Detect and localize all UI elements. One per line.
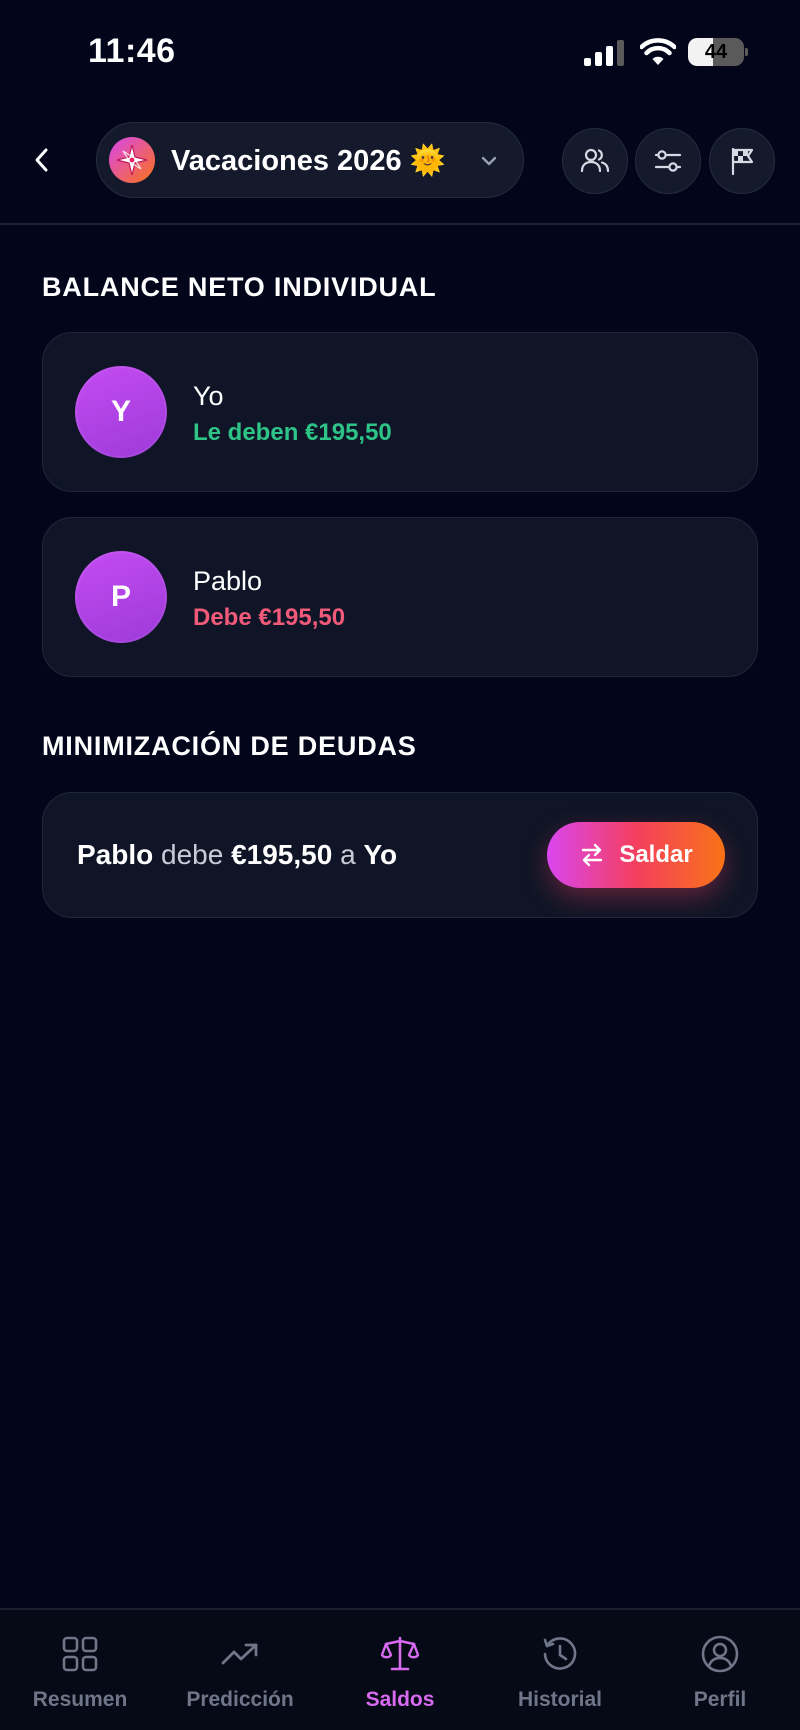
trend-up-icon [221,1643,258,1665]
person-name: Yo [193,381,224,411]
person-name: Pablo [193,566,263,596]
users-icon [580,148,610,173]
balance-card-pablo: P Pablo Debe €195,50 [42,517,758,677]
trip-name: Vacaciones 2026 🌞 [171,145,446,177]
debt-description: Pablo debe €195,50 a Yo [77,793,397,917]
cellular-signal-icon [584,40,624,66]
avatar: Y [75,366,167,458]
balance-section-title: BALANCE NETO INDIVIDUAL [42,272,437,302]
nav-label: Saldos [365,1688,435,1711]
back-button[interactable] [24,138,60,182]
bottom-nav: Resumen Predicción Saldos Historial Perf… [0,1608,800,1730]
avatar: P [75,551,167,643]
user-circle-icon [701,1635,739,1673]
chevron-down-icon [481,156,497,166]
scale-icon [380,1636,420,1671]
person-balance: Debe €195,50 [193,604,346,631]
nav-item-resumen[interactable]: Resumen [0,1610,160,1730]
debt-verb: debe [161,839,224,870]
nav-item-historial[interactable]: Historial [480,1610,640,1730]
nav-item-saldos[interactable]: Saldos [320,1610,480,1730]
trip-selector[interactable]: Vacaciones 2026 🌞 [96,122,524,198]
debtor-name: Pablo [77,839,154,870]
checkered-flag-icon [731,147,754,176]
chevron-left-icon [35,148,48,172]
status-bar: 11:46 44 [0,0,800,100]
wifi-icon [640,38,676,65]
person-balance: Le deben €195,50 [193,419,392,446]
settle-button[interactable]: Saldar [547,822,725,888]
debt-card: Pablo debe €195,50 a Yo Saldar [42,792,758,918]
nav-label: Predicción [186,1688,294,1711]
settle-button-label: Saldar [619,841,693,868]
nav-label: Historial [517,1688,603,1711]
battery-icon: 44 [688,38,748,66]
grid-icon [62,1636,98,1672]
members-button[interactable] [562,128,628,194]
nav-item-perfil[interactable]: Perfil [640,1610,800,1730]
sliders-icon [654,150,682,172]
battery-percentage: 44 [704,41,728,63]
creditor-name: Yo [363,839,398,870]
finish-trip-button[interactable] [709,128,775,194]
swap-arrows-icon [582,843,603,867]
nav-item-prediccion[interactable]: Predicción [160,1610,320,1730]
status-time: 11:46 [88,32,176,70]
nav-label: Perfil [693,1688,747,1711]
history-icon [543,1637,577,1670]
nav-label: Resumen [32,1688,128,1711]
settings-button[interactable] [635,128,701,194]
balance-card-yo: Y Yo Le deben €195,50 [42,332,758,492]
header: Vacaciones 2026 🌞 [0,110,800,225]
debt-connector: a [340,839,356,870]
debts-section-title: MINIMIZACIÓN DE DEUDAS [42,731,417,761]
compass-icon [109,137,155,183]
debt-amount: €195,50 [231,839,333,870]
